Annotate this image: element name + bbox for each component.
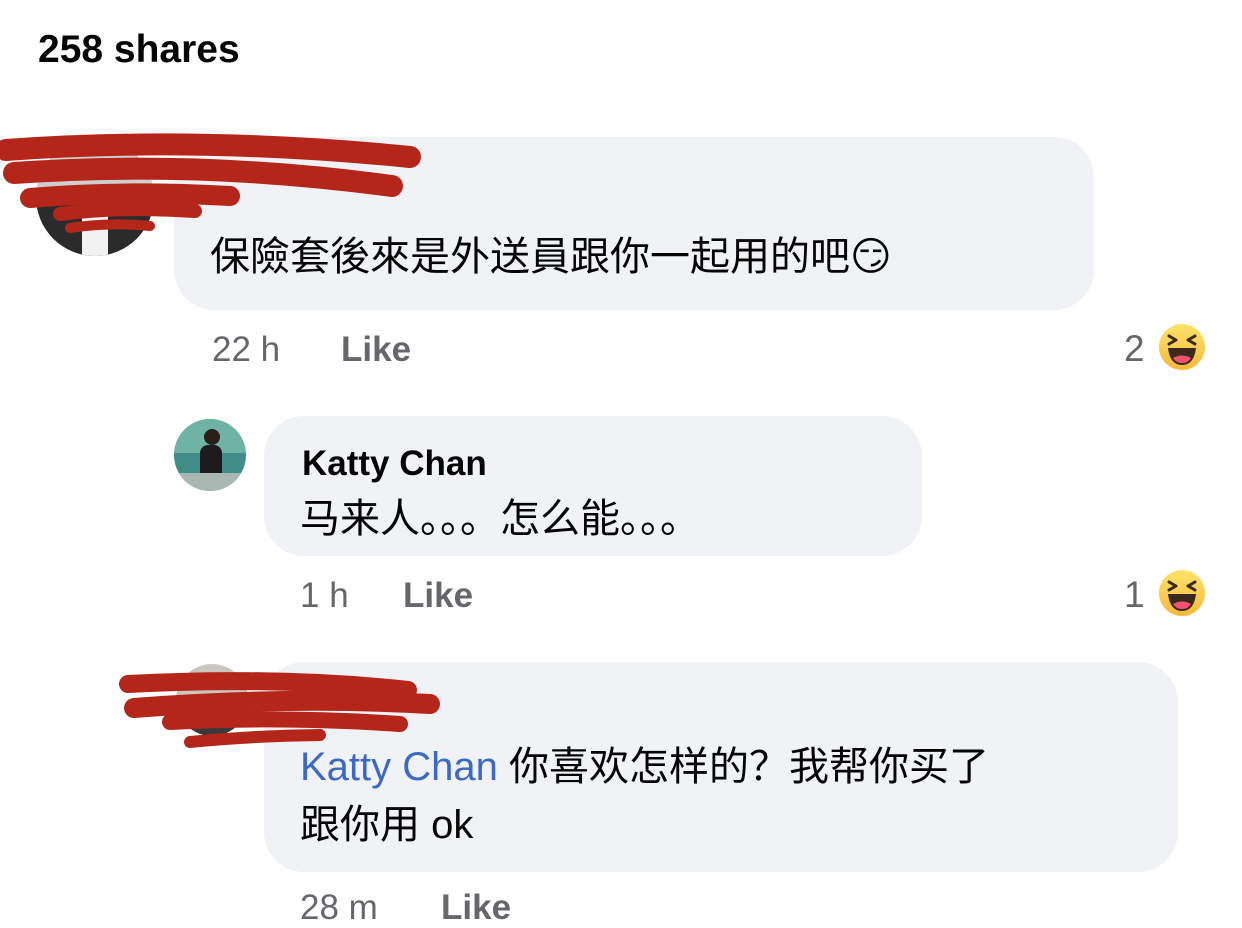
avatar[interactable] (176, 664, 248, 736)
comment-text: Katty Chan 你喜欢怎样的？我帮你买了 (300, 738, 989, 796)
haha-reaction-icon[interactable] (1158, 323, 1206, 371)
like-button[interactable]: Like (341, 330, 411, 370)
comment-author[interactable]: Katty Chan (302, 444, 487, 484)
avatar[interactable] (174, 419, 246, 491)
comment-timestamp[interactable]: 28 m (300, 888, 378, 928)
smirk-emoji-icon: 😏 (850, 235, 892, 279)
like-button[interactable]: Like (441, 888, 511, 928)
avatar[interactable] (36, 138, 154, 256)
comment-text-body: 保險套後來是外送員跟你一起用的吧 (210, 235, 850, 279)
like-button[interactable]: Like (403, 576, 473, 616)
mention-link[interactable]: Katty Chan (300, 745, 498, 789)
comment-text-line1: 你喜欢怎样的？我帮你买了 (497, 745, 990, 789)
shares-count[interactable]: 258 shares (38, 28, 240, 72)
reaction-count[interactable]: 2 (1124, 328, 1145, 370)
comment-timestamp[interactable]: 22 h (212, 330, 280, 370)
comment-text-line2: 跟你用 ok (300, 803, 474, 847)
reaction-count[interactable]: 1 (1124, 574, 1145, 616)
comment-text: 马来人。。。怎么能。。。 (300, 497, 700, 541)
haha-reaction-icon[interactable] (1158, 569, 1206, 617)
comment-text: 保險套後來是外送員跟你一起用的吧😏 (210, 228, 892, 286)
comment-timestamp[interactable]: 1 h (300, 576, 349, 616)
